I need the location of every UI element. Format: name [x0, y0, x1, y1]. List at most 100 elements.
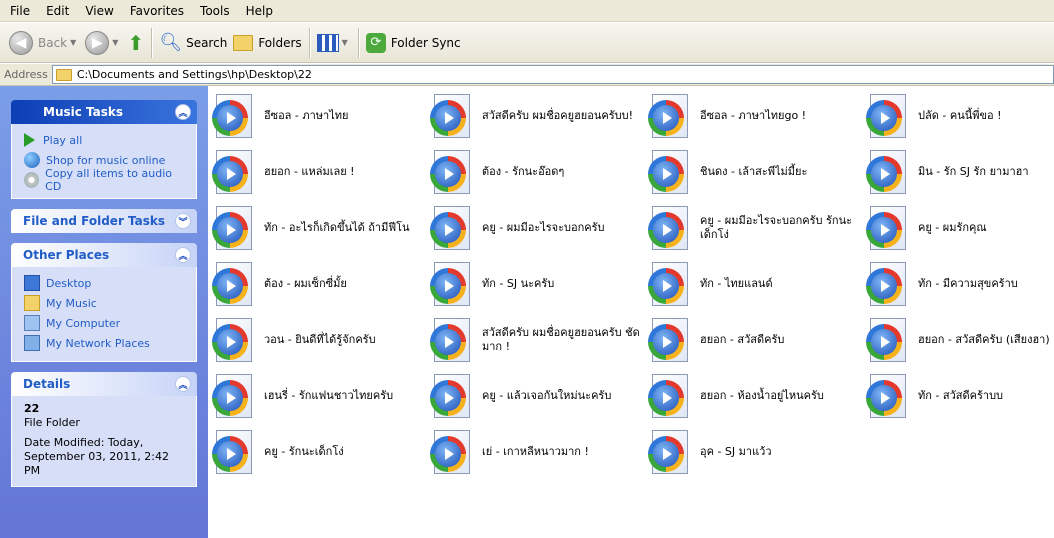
- task-pane: Music Tasks ︽ Play all Shop for music on…: [0, 86, 208, 538]
- play-triangle-shape: [227, 280, 236, 292]
- media-file-icon: [430, 374, 474, 418]
- file-item[interactable]: ชินดง - เล้าสะพีไม่มี้ยะ: [648, 146, 860, 198]
- folder-icon: [55, 68, 72, 81]
- other-places-panel: Other Places ︽ Desktop My Music My Compu…: [11, 243, 197, 362]
- file-name: ทัก - มีความสุขคร้าบ: [918, 277, 1018, 290]
- menu-edit[interactable]: Edit: [38, 4, 77, 18]
- media-file-icon: [212, 206, 256, 250]
- my-computer-label: My Computer: [46, 316, 121, 330]
- file-item[interactable]: สวัสดีครับ ผมชื่อคยูฮยอนครับ ชัดมาก !: [430, 314, 642, 366]
- file-name: ฮยอก - สวัสดีครับ: [700, 333, 785, 346]
- back-button[interactable]: ◀ Back ▼: [6, 26, 82, 60]
- media-disc-center: [217, 105, 243, 131]
- play-icon: [24, 133, 35, 147]
- play-triangle-shape: [663, 392, 672, 404]
- other-places-body: Desktop My Music My Computer My Network …: [11, 267, 197, 362]
- media-disc-center: [435, 105, 461, 131]
- file-folder-tasks-header[interactable]: File and Folder Tasks ︾: [11, 209, 197, 233]
- forward-arrow-icon: ▶: [85, 30, 110, 55]
- file-name: สวัสดีครับ ผมชื่อคยูฮยอนครับบ!: [482, 109, 633, 122]
- my-music-link[interactable]: My Music: [24, 293, 184, 313]
- media-disc-center: [653, 161, 679, 187]
- file-item[interactable]: ปลัด - คนนี้พี่ขอ !: [866, 90, 1054, 142]
- file-item[interactable]: ฮยอก - สวัสดีครับ: [648, 314, 860, 366]
- menu-favorites[interactable]: Favorites: [122, 4, 192, 18]
- music-folder-icon: [24, 295, 40, 311]
- copy-to-cd-link[interactable]: Copy all items to audio CD: [24, 167, 184, 193]
- media-disc-shape: [430, 324, 466, 360]
- play-triangle-shape: [881, 112, 890, 124]
- file-item[interactable]: ฮยอก - แหล่มเลย !: [212, 146, 424, 198]
- file-item[interactable]: อุค - SJ มาแว้ว: [648, 426, 860, 478]
- media-disc-shape: [866, 268, 902, 304]
- play-triangle-shape: [881, 336, 890, 348]
- play-all-link[interactable]: Play all: [24, 130, 184, 150]
- address-label: Address: [4, 68, 48, 81]
- toolbar-divider: [151, 27, 153, 58]
- search-button[interactable]: 🔍︎ Search: [156, 26, 230, 60]
- music-tasks-header[interactable]: Music Tasks ︽: [11, 100, 197, 124]
- file-item[interactable]: ทัก - มีความสุขคร้าบ: [866, 258, 1054, 310]
- folders-button[interactable]: Folders: [230, 26, 304, 60]
- file-item[interactable]: ทัก - สวัสดีคร้าบบ: [866, 370, 1054, 422]
- forward-button[interactable]: ▶ ▼: [82, 26, 124, 60]
- media-file-icon: [212, 430, 256, 474]
- media-disc-center: [435, 329, 461, 355]
- media-disc-center: [653, 217, 679, 243]
- media-disc-center: [871, 329, 897, 355]
- details-header[interactable]: Details ︽: [11, 372, 197, 396]
- media-file-icon: [212, 374, 256, 418]
- details-panel: Details ︽ 22 File Folder Date Modified: …: [11, 372, 197, 487]
- desktop-link[interactable]: Desktop: [24, 273, 184, 293]
- collapse-icon[interactable]: ︽: [175, 247, 191, 263]
- menu-view[interactable]: View: [77, 4, 121, 18]
- file-item[interactable]: ต้อง - ผมเซ็กซี่มั้ย: [212, 258, 424, 310]
- file-item[interactable]: ต้อง - รักนะอ๊อดๆ: [430, 146, 642, 198]
- file-item[interactable]: คยู - ผมมีอะไรจะบอกครับ: [430, 202, 642, 254]
- media-file-icon: [430, 206, 474, 250]
- file-name: อีซอล - ภาษาไทยgo !: [700, 109, 807, 122]
- media-file-icon: [866, 94, 910, 138]
- file-item[interactable]: วอน - ยินดีที่ได้รู้จักครับ: [212, 314, 424, 366]
- collapse-icon[interactable]: ︽: [175, 376, 191, 392]
- file-item[interactable]: คยู - ผมรักคุณ: [866, 202, 1054, 254]
- file-name: ทัก - SJ นะครับ: [482, 277, 555, 290]
- file-item[interactable]: มิน - รัก SJ รัก ยามาฮา: [866, 146, 1054, 198]
- file-item[interactable]: เย่ - เกาหลีหนาวมาก !: [430, 426, 642, 478]
- views-button[interactable]: ▼: [314, 26, 354, 60]
- play-triangle-shape: [445, 392, 454, 404]
- file-item[interactable]: อีซอล - ภาษาไทย: [212, 90, 424, 142]
- file-item[interactable]: ทัก - อะไรก็เกิดขึ้นได้ ถ้ามีฟีโน: [212, 202, 424, 254]
- collapse-icon[interactable]: ︽: [175, 104, 191, 120]
- toolbar-divider: [308, 27, 310, 58]
- play-triangle-shape: [881, 224, 890, 236]
- menu-tools[interactable]: Tools: [192, 4, 238, 18]
- music-tasks-body: Play all Shop for music online Copy all …: [11, 124, 197, 199]
- expand-icon[interactable]: ︾: [175, 213, 191, 229]
- media-disc-center: [871, 217, 897, 243]
- my-computer-link[interactable]: My Computer: [24, 313, 184, 333]
- menu-file[interactable]: File: [2, 4, 38, 18]
- media-file-icon: [648, 262, 692, 306]
- folder-icon: [233, 34, 254, 51]
- file-item[interactable]: ฮยอก - สวัสดีครับ (เสียงฮา): [866, 314, 1054, 366]
- file-item[interactable]: คยู - รักนะเด็กโง่: [212, 426, 424, 478]
- file-item[interactable]: ฮยอก - ห้องน้ำอยู่ไหนครับ: [648, 370, 860, 422]
- file-item[interactable]: คยู - ผมมีอะไรจะบอกครับ รักนะเด็กโง่: [648, 202, 860, 254]
- media-disc-center: [217, 329, 243, 355]
- my-network-places-link[interactable]: My Network Places: [24, 333, 184, 353]
- other-places-header[interactable]: Other Places ︽: [11, 243, 197, 267]
- file-item[interactable]: เฮนรี่ - รักแฟนชาวไทยครับ: [212, 370, 424, 422]
- file-item[interactable]: ทัก - SJ นะครับ: [430, 258, 642, 310]
- file-item[interactable]: ทัก - ไทยแลนด์: [648, 258, 860, 310]
- file-item[interactable]: สวัสดีครับ ผมชื่อคยูฮยอนครับบ!: [430, 90, 642, 142]
- file-item[interactable]: อีซอล - ภาษาไทยgo !: [648, 90, 860, 142]
- up-folder-button[interactable]: ⬆: [124, 26, 147, 60]
- play-triangle-shape: [227, 392, 236, 404]
- address-input[interactable]: C:\Documents and Settings\hp\Desktop\22: [51, 65, 1054, 84]
- play-triangle-shape: [227, 224, 236, 236]
- file-item[interactable]: คยู - แล้วเจอกันใหม่นะครับ: [430, 370, 642, 422]
- file-name: ต้อง - ผมเซ็กซี่มั้ย: [264, 277, 347, 290]
- folder-sync-button[interactable]: ⟳ Folder Sync: [363, 26, 464, 60]
- menu-help[interactable]: Help: [238, 4, 281, 18]
